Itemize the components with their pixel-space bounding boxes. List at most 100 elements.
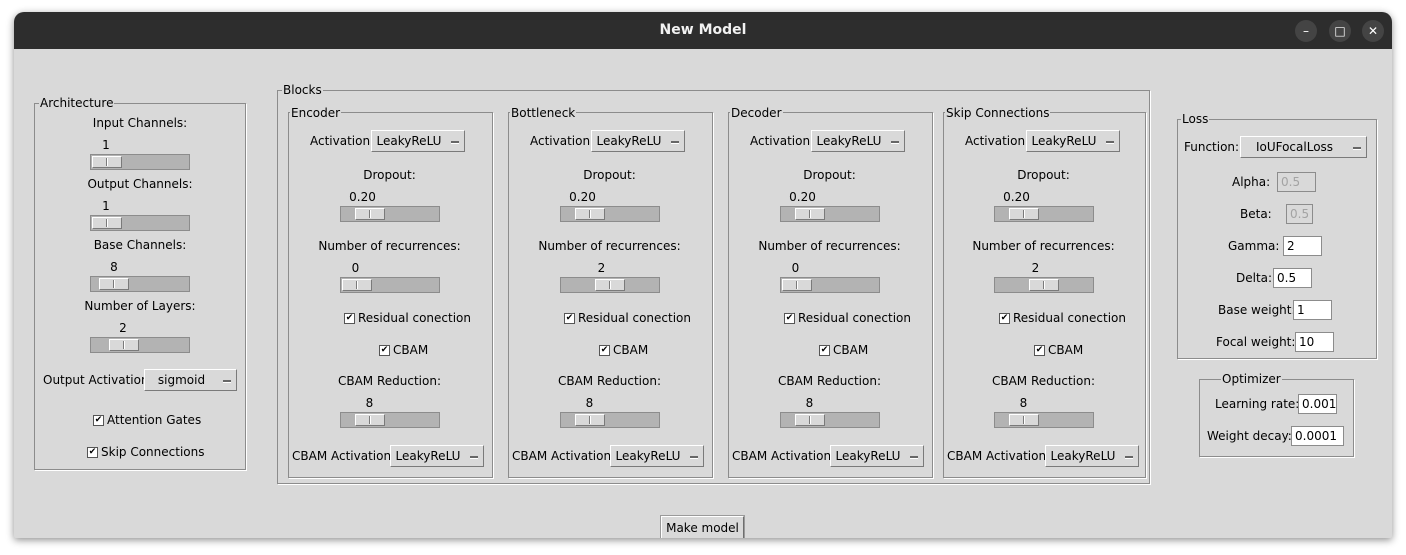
weight-decay-label: Weight decay: — [1207, 429, 1292, 443]
dropout-value: 0.20 — [569, 190, 596, 204]
cbam-activation-label: CBAM Activation: — [947, 449, 1051, 463]
activation-menu[interactable]: LeakyReLU — [1026, 130, 1120, 152]
slider-thumb[interactable] — [92, 217, 122, 229]
recurrences-value: 2 — [1031, 261, 1040, 275]
loss-function-menu[interactable]: IoUFocalLoss — [1240, 136, 1367, 158]
recurrences-slider[interactable] — [559, 277, 660, 293]
base-channels-label: Base Channels: — [93, 238, 187, 252]
slider-thumb[interactable] — [98, 278, 129, 290]
output-channels-slider[interactable] — [90, 215, 190, 231]
slider-thumb[interactable] — [794, 208, 825, 220]
input-channels-label: Input Channels: — [92, 116, 188, 130]
attention-gates-checkbox[interactable]: ✔ — [93, 415, 104, 426]
block-legend: Encoder — [290, 106, 342, 120]
slider-thumb[interactable] — [574, 208, 605, 220]
cbam-checkbox[interactable]: ✔ — [819, 345, 830, 356]
cbam-reduction-slider[interactable] — [993, 412, 1094, 428]
maximize-button[interactable]: □ — [1329, 20, 1351, 42]
slider-thumb[interactable] — [1028, 279, 1059, 291]
cbam-reduction-slider[interactable] — [559, 412, 660, 428]
make-model-button[interactable]: Make model — [661, 516, 744, 538]
output-activation-label: Output Activation: — [43, 373, 153, 387]
dropout-slider[interactable] — [559, 206, 660, 222]
learning-rate-field[interactable]: 0.001 — [1298, 394, 1337, 414]
residual-label: Residual conection — [578, 311, 692, 325]
skip-connections-checkbox[interactable]: ✔ — [87, 447, 98, 458]
dropout-slider[interactable] — [993, 206, 1094, 222]
weight-decay-field[interactable]: 0.0001 — [1291, 426, 1344, 446]
cbam-reduction-slider[interactable] — [779, 412, 880, 428]
dropout-value: 0.20 — [349, 190, 376, 204]
activation-label: Activation: — [530, 134, 595, 148]
base-channels-slider[interactable] — [90, 276, 190, 292]
activation-menu[interactable]: LeakyReLU — [371, 130, 465, 152]
cbam-reduction-label: CBAM Reduction: — [991, 374, 1096, 388]
residual-checkbox[interactable]: ✔ — [344, 313, 355, 324]
close-button[interactable]: ✕ — [1362, 20, 1384, 42]
delta-field[interactable]: 0.5 — [1273, 268, 1312, 288]
dialog-body: Architecture Input Channels: 1 Output Ch… — [14, 49, 1392, 538]
slider-thumb[interactable] — [574, 414, 605, 426]
residual-checkbox[interactable]: ✔ — [784, 313, 795, 324]
recurrences-slider[interactable] — [993, 277, 1094, 293]
num-layers-slider[interactable] — [90, 337, 190, 353]
activation-menu[interactable]: LeakyReLU — [811, 130, 905, 152]
slider-thumb[interactable] — [794, 414, 825, 426]
menu-indicator-icon — [1353, 147, 1361, 150]
dropout-slider[interactable] — [339, 206, 440, 222]
slider-thumb[interactable] — [341, 279, 372, 291]
slider-thumb[interactable] — [92, 156, 122, 168]
cbam-checkbox[interactable]: ✔ — [1034, 345, 1045, 356]
beta-field[interactable]: 0.5 — [1286, 204, 1313, 224]
blocks-legend: Blocks — [282, 83, 323, 97]
cbam-activation-menu[interactable]: LeakyReLU — [1045, 445, 1139, 467]
cbam-activation-label: CBAM Activation: — [292, 449, 396, 463]
recurrences-label: Number of recurrences: — [972, 239, 1115, 253]
recurrences-slider[interactable] — [779, 277, 880, 293]
slider-thumb[interactable] — [354, 414, 385, 426]
alpha-field[interactable]: 0.5 — [1277, 172, 1316, 192]
loss-function-label: Function: — [1184, 140, 1240, 154]
cbam-activation-menu[interactable]: LeakyReLU — [830, 445, 924, 467]
cbam-label: CBAM — [613, 343, 649, 357]
dropout-label: Dropout: — [363, 168, 416, 182]
output-channels-label: Output Channels: — [87, 177, 193, 191]
loss-function-value: IoUFocalLoss — [1255, 140, 1334, 154]
residual-label: Residual conection — [798, 311, 912, 325]
menu-indicator-icon — [690, 456, 698, 459]
gamma-field[interactable]: 2 — [1283, 236, 1322, 256]
slider-thumb[interactable] — [1008, 208, 1039, 220]
focal-weight-label: Focal weight: — [1216, 335, 1296, 349]
cbam-activation-menu[interactable]: LeakyReLU — [610, 445, 704, 467]
focal-weight-field[interactable]: 10 — [1295, 332, 1334, 352]
minimize-button[interactable]: – — [1295, 20, 1317, 42]
loss-legend: Loss — [1181, 112, 1210, 126]
recurrences-value: 0 — [791, 261, 800, 275]
input-channels-value: 1 — [102, 138, 110, 152]
menu-indicator-icon — [451, 141, 459, 144]
slider-thumb[interactable] — [781, 279, 812, 291]
recurrences-slider[interactable] — [339, 277, 440, 293]
activation-menu[interactable]: LeakyReLU — [591, 130, 685, 152]
slider-thumb[interactable] — [354, 208, 385, 220]
activation-label: Activation: — [965, 134, 1030, 148]
slider-thumb[interactable] — [1008, 414, 1039, 426]
cbam-reduction-value: 8 — [1019, 396, 1028, 410]
slider-thumb[interactable] — [108, 339, 139, 351]
slider-thumb[interactable] — [594, 279, 625, 291]
dropout-label: Dropout: — [583, 168, 636, 182]
cbam-activation-menu[interactable]: LeakyReLU — [390, 445, 484, 467]
cbam-checkbox[interactable]: ✔ — [379, 345, 390, 356]
cbam-reduction-slider[interactable] — [339, 412, 440, 428]
residual-checkbox[interactable]: ✔ — [564, 313, 575, 324]
cbam-checkbox[interactable]: ✔ — [599, 345, 610, 356]
input-channels-slider[interactable] — [90, 154, 190, 170]
output-activation-menu[interactable]: sigmoid — [144, 369, 237, 391]
delta-label: Delta: — [1236, 271, 1273, 285]
recurrences-label: Number of recurrences: — [538, 239, 681, 253]
base-weight-field[interactable]: 1 — [1293, 300, 1332, 320]
title-bar[interactable]: New Model – □ ✕ — [14, 12, 1392, 49]
residual-checkbox[interactable]: ✔ — [999, 313, 1010, 324]
dropout-slider[interactable] — [779, 206, 880, 222]
cbam-label: CBAM — [1048, 343, 1084, 357]
